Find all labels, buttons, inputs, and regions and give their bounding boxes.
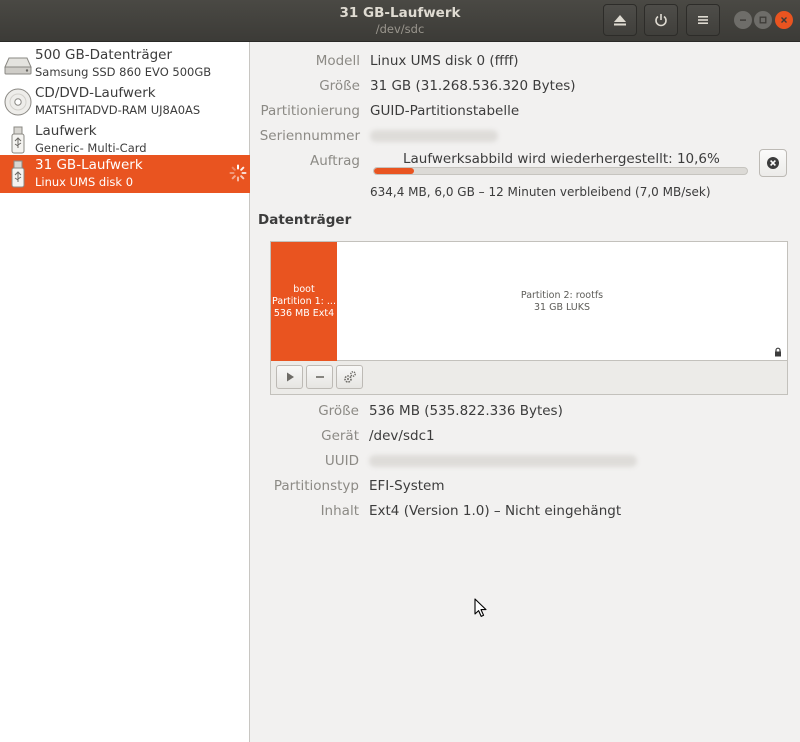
minus-icon: [315, 376, 324, 378]
partition-number: Partition 1: ...: [272, 296, 336, 307]
cancel-job-button[interactable]: [759, 149, 787, 177]
partition-size-label: Größe: [318, 403, 359, 419]
partition-label: boot: [293, 284, 315, 295]
job-label: Auftrag: [310, 153, 360, 169]
partition-options-button[interactable]: [336, 365, 363, 389]
drive-item-500gb[interactable]: 500 GB-Datenträger Samsung SSD 860 EVO 5…: [0, 45, 250, 83]
hard-disk-icon: [4, 57, 32, 75]
window-subtitle: /dev/sdc: [375, 22, 425, 36]
maximize-button[interactable]: [754, 11, 772, 29]
contents-label: Inhalt: [320, 503, 359, 519]
menu-button[interactable]: [686, 4, 720, 36]
partition-number: Partition 2: rootfs: [520, 290, 604, 301]
device-value: /dev/sdc1: [369, 428, 435, 444]
drive-details: Modell Linux UMS disk 0 (ffff) Größe 31 …: [251, 42, 800, 742]
delete-partition-button[interactable]: [306, 365, 333, 389]
drive-model: MATSHITADVD-RAM UJ8A0AS: [35, 103, 201, 117]
drive-item-card-reader[interactable]: Laufwerk Generic- Multi-Card: [0, 121, 250, 159]
eject-button[interactable]: [603, 4, 637, 36]
drive-model: Samsung SSD 860 EVO 500GB: [35, 65, 212, 79]
drive-name: Laufwerk: [35, 123, 97, 139]
volumes-title: Datenträger: [258, 212, 352, 228]
drive-name: 31 GB-Laufwerk: [35, 157, 143, 173]
gears-icon: [343, 371, 356, 383]
size-value: 31 GB (31.268.536.320 Bytes): [370, 78, 576, 94]
model-label: Modell: [315, 53, 360, 69]
busy-spinner-icon: [229, 164, 247, 182]
usb-drive-icon: [11, 126, 25, 154]
optical-disc-icon: [4, 88, 32, 116]
uuid-value-redacted: [369, 455, 637, 467]
minimize-icon: [740, 19, 746, 21]
model-value: Linux UMS disk 0 (ffff): [370, 53, 519, 69]
mouse-pointer-icon: [474, 598, 487, 617]
job-status-text: Laufwerksabbild wird wiederhergestellt: …: [403, 151, 720, 167]
usb-drive-icon: [11, 160, 25, 188]
partition-type-value: EFI-System: [369, 478, 445, 494]
drive-name: CD/DVD-Laufwerk: [35, 85, 156, 101]
power-icon: [655, 14, 667, 27]
eject-icon: [614, 15, 626, 26]
menu-icon: [698, 16, 708, 24]
window-title: 31 GB-Laufwerk: [339, 5, 461, 21]
partition-type-label: Partitionstyp: [273, 478, 359, 494]
device-label: Gerät: [321, 428, 359, 444]
contents-value: Ext4 (Version 1.0) – Nicht eingehängt: [369, 503, 622, 519]
job-progress-bar: [373, 167, 748, 175]
serial-value-redacted: [370, 130, 498, 142]
minimize-button[interactable]: [734, 11, 752, 29]
volume-map: boot Partition 1: ... 536 MB Ext4 Partit…: [270, 241, 788, 361]
play-icon: [286, 372, 294, 382]
drive-item-cd-dvd[interactable]: CD/DVD-Laufwerk MATSHITADVD-RAM UJ8A0AS: [0, 83, 250, 121]
power-button[interactable]: [644, 4, 678, 36]
partition-size: 31 GB LUKS: [533, 302, 591, 313]
partition-1-block[interactable]: boot Partition 1: ... 536 MB Ext4: [271, 242, 337, 361]
uuid-label: UUID: [324, 453, 359, 469]
partition-size-value: 536 MB (535.822.336 Bytes): [369, 403, 563, 419]
drive-name: 500 GB-Datenträger: [35, 47, 173, 63]
drive-model: Generic- Multi-Card: [35, 141, 147, 155]
close-button[interactable]: [775, 11, 793, 29]
lock-icon: [775, 347, 781, 357]
partitioning-label: Partitionierung: [260, 103, 360, 119]
header-bar: 31 GB-Laufwerk /dev/sdc: [0, 0, 800, 42]
job-progress-fill: [374, 168, 414, 174]
size-label: Größe: [319, 78, 360, 94]
volume-toolbar: [270, 361, 788, 395]
drive-model: Linux UMS disk 0: [35, 175, 134, 189]
close-icon: [781, 17, 787, 23]
cancel-icon: [767, 157, 779, 169]
serial-label: Seriennummer: [259, 128, 360, 144]
job-detail-text: 634,4 MB, 6,0 GB – 12 Minuten verbleiben…: [370, 185, 711, 199]
partitioning-value: GUID-Partitionstabelle: [370, 103, 520, 119]
mount-button[interactable]: [276, 365, 303, 389]
partition-size: 536 MB Ext4: [273, 308, 335, 319]
drive-item-31gb[interactable]: 31 GB-Laufwerk Linux UMS disk 0: [0, 155, 250, 193]
maximize-icon: [759, 16, 767, 24]
partition-2-block[interactable]: Partition 2: rootfs 31 GB LUKS: [337, 242, 787, 361]
drive-list: 500 GB-Datenträger Samsung SSD 860 EVO 5…: [0, 42, 250, 742]
